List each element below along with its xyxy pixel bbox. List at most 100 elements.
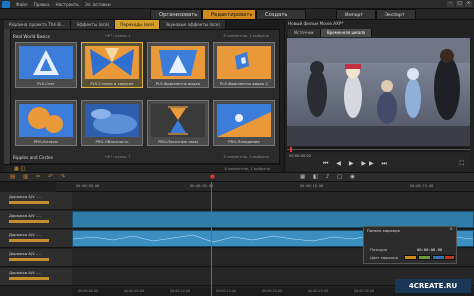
- playback-buttons-icon[interactable]: ⏮ ◀ ▶ ▶▶ ⏭: [323, 160, 390, 168]
- toolbar-tools-icon[interactable]: ▤ ▥ ✂ ↶ ↷: [10, 174, 68, 180]
- close-icon[interactable]: ×: [449, 227, 453, 232]
- menu-setup[interactable]: Настроить: [56, 2, 79, 7]
- close-icon[interactable]: ×: [465, 1, 472, 7]
- transition-thumbnail[interactable]: PRG-Песочные часы: [147, 100, 209, 146]
- transition-thumbnail[interactable]: PLS-Фрагменты видео 2: [213, 42, 275, 88]
- maximize-icon[interactable]: □: [456, 1, 463, 7]
- playhead[interactable]: [211, 182, 212, 296]
- ruler-tick: 00:00:05.00: [190, 184, 214, 188]
- preview-scrubber[interactable]: [287, 147, 470, 152]
- ruler-tick: 00:00:00.00: [76, 184, 100, 188]
- thumbnail-caption: PRG-Песочные часы: [158, 139, 198, 144]
- preview-tabs: Источник Временная шкала: [288, 29, 468, 37]
- transition-thumbnail[interactable]: PRG-Кляксы: [15, 100, 77, 146]
- tab-transitions[interactable]: Переходы (все): [115, 20, 161, 29]
- ruler-tick: 00:00:15.00: [216, 289, 237, 293]
- library-footer: ▦ ◫ 8 элементов, 1 выбрано: [4, 164, 280, 172]
- track-header[interactable]: Дорожка A/V ....: [0, 249, 72, 267]
- transition-preview-icon: [151, 104, 205, 137]
- record-icon[interactable]: ●: [210, 174, 215, 180]
- transition-preview-icon: [217, 46, 271, 79]
- transition-preview-icon: [85, 46, 139, 79]
- thumbnail-caption: PRG-Попадание: [228, 139, 260, 144]
- menu-file[interactable]: Файл: [16, 2, 28, 7]
- preview-timecode: 00:00:00.00: [289, 154, 311, 158]
- marker-color-swatch[interactable]: [444, 255, 455, 260]
- transition-preview-icon: [19, 104, 73, 137]
- ruler-tick: 00:00:15.00: [410, 184, 434, 188]
- menu-insert[interactable]: Эл. вставки: [85, 2, 111, 7]
- preview-title: Новый фильм Movie.AXP*: [288, 21, 344, 26]
- thumbnail-caption: PRG-Кляксы: [33, 139, 59, 144]
- library-panel: Real World Basics НЕТ группы 1 8 элемент…: [4, 29, 280, 164]
- thumbnail-caption: PLS-Стекло в хаоукие: [90, 81, 134, 86]
- thumbnail-caption: PRG-Облачность: [95, 139, 129, 144]
- tab-source[interactable]: Источник: [288, 29, 321, 37]
- transition-thumbnail[interactable]: PLS-Снег: [15, 42, 77, 88]
- track-volume-bar[interactable]: [9, 277, 49, 280]
- transition-preview-icon: [85, 104, 139, 137]
- menu-edit[interactable]: Правка: [34, 2, 50, 7]
- marker-color-swatch[interactable]: [418, 255, 431, 260]
- group-subtitle: НЕТ группы 1: [105, 34, 131, 38]
- export-button[interactable]: Экспорт: [376, 9, 416, 20]
- transition-thumbnail[interactable]: PLS-Фрагменты видео: [147, 42, 209, 88]
- track-volume-bar[interactable]: [9, 239, 49, 242]
- transition-thumbnail[interactable]: PLS-Стекло в хаоукие: [81, 42, 143, 88]
- transition-thumbnail[interactable]: PRG-Попадание: [213, 100, 275, 146]
- tab-effects[interactable]: Эффекты (все): [71, 20, 116, 29]
- app-logo-icon: [2, 1, 10, 8]
- transition-preview-icon: [217, 104, 271, 137]
- library-sidebar[interactable]: [4, 29, 11, 164]
- track-name: Дорожка A/V ....: [9, 270, 41, 275]
- menu-bar: Файл Правка Настроить Эл. вставки – □ ×: [0, 0, 474, 9]
- transition-thumbnail[interactable]: PRG-Облачность: [81, 100, 143, 146]
- video-frame-image: [287, 38, 470, 146]
- import-button[interactable]: Импорт: [336, 9, 376, 20]
- window-controls: – □ ×: [447, 1, 472, 7]
- thumbnail-caption: PLS-Снег: [37, 81, 55, 86]
- transition-preview-icon: [151, 46, 205, 79]
- mode-organize-button[interactable]: Организовать: [150, 9, 202, 20]
- tab-timeline[interactable]: Временная шкала: [320, 29, 373, 37]
- ruler-tick: 00:00:05.00: [124, 289, 145, 293]
- track-volume-bar[interactable]: [9, 201, 49, 204]
- ruler-tick: 00:00:25.00: [308, 289, 329, 293]
- position-value[interactable]: 00:00:00.00: [417, 247, 442, 252]
- group-count: 8 элементов, 0 выбрано: [223, 155, 269, 159]
- mode-dvd-button[interactable]: Создать DVD: [256, 9, 306, 29]
- group-header[interactable]: Real World Basics НЕТ группы 1 8 элемент…: [13, 33, 281, 40]
- timeline-toolbar: ▤ ▥ ✂ ↶ ↷ ● ▦ ◧ ♪ ▢ ◉: [0, 172, 474, 182]
- video-preview: [287, 38, 470, 146]
- track-name: Дорожка A/V ....: [9, 213, 41, 218]
- group-subtitle: НЕТ группы 7: [105, 155, 131, 159]
- track-volume-bar[interactable]: [9, 220, 49, 223]
- transport-controls: 00:00:00.00 ⏮ ◀ ▶ ▶▶ ⏭ ⛶: [287, 153, 470, 171]
- tab-sound-effects[interactable]: Звуковые эффекты (все): [160, 20, 227, 29]
- group-title: Real World Basics: [13, 34, 50, 39]
- minimize-icon[interactable]: –: [447, 1, 454, 7]
- position-label: Позиция: [370, 247, 388, 252]
- scrubber-handle[interactable]: [290, 147, 292, 152]
- group-title: Ripples and Circles: [13, 155, 53, 160]
- track-volume-bar[interactable]: [9, 258, 49, 261]
- fullscreen-icon[interactable]: ⛶: [460, 160, 464, 168]
- track-lane[interactable]: [72, 192, 474, 210]
- library-count: 8 элементов, 1 выбрано: [224, 166, 270, 171]
- tab-project-bin[interactable]: Корзина проекта Thé Bi...: [4, 20, 72, 29]
- mode-edit-button[interactable]: Редактировать: [202, 9, 256, 20]
- ruler-tick: 00:00:30.00: [354, 289, 375, 293]
- ruler-tick: 00:00:10.00: [300, 184, 324, 188]
- group-count: 8 элементов, 1 выбрано: [223, 34, 269, 38]
- track-header[interactable]: Дорожка A/V ....: [0, 268, 72, 286]
- thumbnail-caption: PLS-Фрагменты видео 2: [220, 81, 268, 86]
- marker-color-swatch[interactable]: [404, 255, 417, 260]
- track-name: Дорожка A/V ....: [9, 194, 41, 199]
- track-name: Дорожка A/V ....: [9, 251, 41, 256]
- group-header[interactable]: Ripples and Circles НЕТ группы 7 8 элеме…: [13, 154, 281, 161]
- track-header[interactable]: Дорожка A/V ....: [0, 211, 72, 229]
- track-header[interactable]: Дорожка A/V ....: [0, 230, 72, 248]
- track-header[interactable]: Дорожка A/V ....: [0, 192, 72, 210]
- timeline-tools-icon[interactable]: ▦ ◧ ♪ ▢ ◉: [300, 174, 358, 180]
- watermark: 4CREATE.RU: [395, 279, 471, 293]
